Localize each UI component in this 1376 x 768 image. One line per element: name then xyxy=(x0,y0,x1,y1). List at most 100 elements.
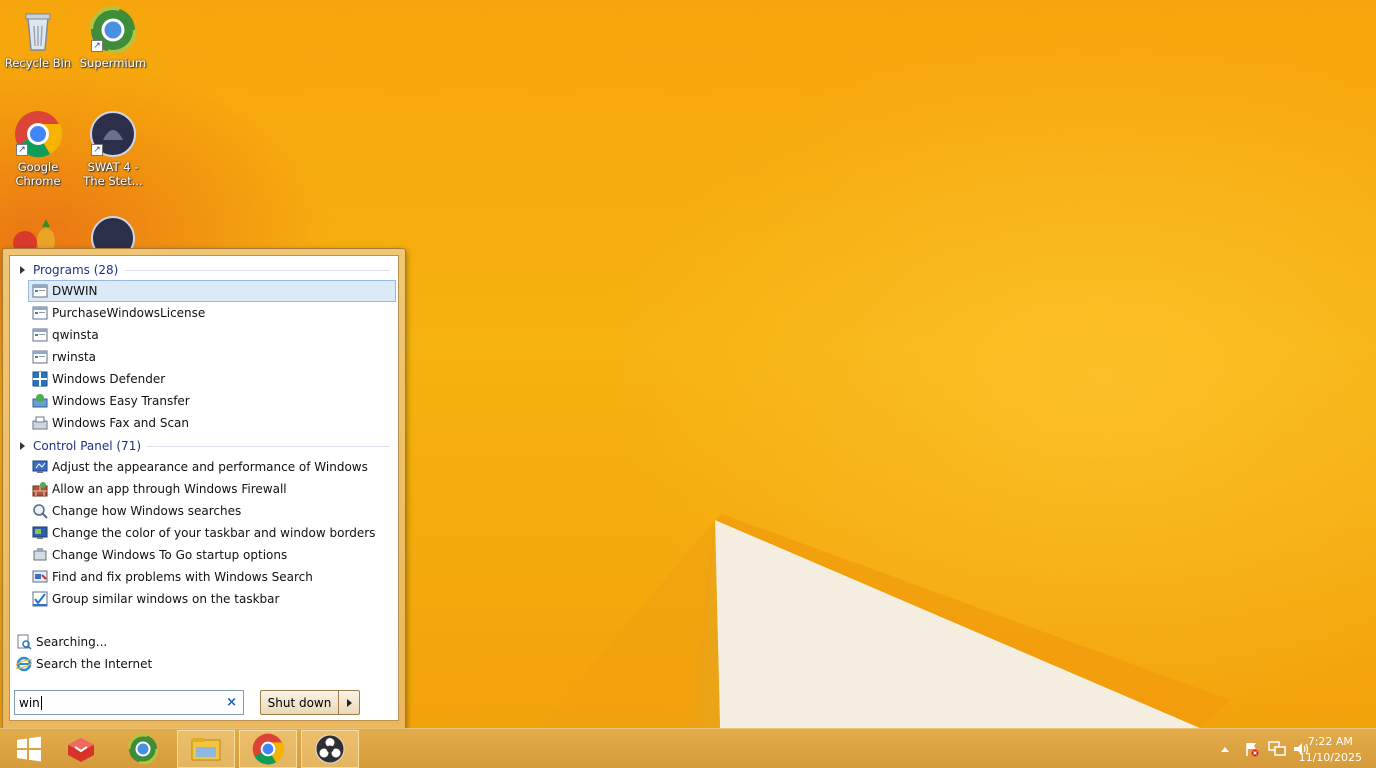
clock-time: 7:22 AM xyxy=(1307,735,1353,748)
result-label: Adjust the appearance and performance of… xyxy=(52,460,368,474)
fruit-app-icon xyxy=(13,219,55,248)
text-caret xyxy=(40,695,42,710)
taskbar-app-obs[interactable] xyxy=(301,730,359,768)
desktop-icon-label: Google Chrome xyxy=(15,160,61,188)
shutdown-label: Shut down xyxy=(267,695,332,710)
group-header-programs[interactable]: Programs (28) xyxy=(18,262,390,278)
result-label: Windows Easy Transfer xyxy=(52,394,190,408)
result-label: Find and fix problems with Windows Searc… xyxy=(52,570,313,584)
shutdown-button-group: Shut down xyxy=(260,690,360,715)
result-label: rwinsta xyxy=(52,350,96,364)
desktop-icon-label: SWAT 4 - The Stet... xyxy=(83,160,143,188)
network-icon[interactable] xyxy=(1268,741,1286,757)
desktop-icon-supermium[interactable]: ↗ Supermium xyxy=(78,6,148,70)
clear-search-icon[interactable]: × xyxy=(226,695,237,710)
troubleshoot-icon xyxy=(32,570,48,583)
result-label: DWWIN xyxy=(52,284,98,298)
group-title: Programs (28) xyxy=(33,263,119,277)
fax-scan-icon xyxy=(32,416,48,430)
result-label: Windows Fax and Scan xyxy=(52,416,190,430)
result-item[interactable]: qwinsta xyxy=(28,324,396,346)
taskbar: 7:22 AM 11/10/2025 xyxy=(0,728,1376,768)
search-settings-icon xyxy=(33,504,48,519)
search-input-value: win xyxy=(19,695,40,710)
windows-defender-icon xyxy=(32,371,48,387)
obs-icon xyxy=(315,734,345,764)
start-button[interactable] xyxy=(0,730,58,768)
desktop-icon-label: Supermium xyxy=(79,56,147,70)
result-item[interactable]: Find and fix problems with Windows Searc… xyxy=(28,566,396,588)
expand-arrow-icon xyxy=(20,266,25,274)
supermium-icon xyxy=(128,734,158,764)
searching-label: Searching... xyxy=(36,635,108,649)
windows-to-go-icon xyxy=(33,548,47,561)
result-label: PurchaseWindowsLicense xyxy=(52,306,206,320)
result-label: Windows Defender xyxy=(52,372,166,386)
result-label: Change how Windows searches xyxy=(52,504,242,518)
program-window-icon xyxy=(32,306,48,320)
result-item[interactable]: Change how Windows searches xyxy=(28,500,396,522)
system-tray: 7:22 AM 11/10/2025 xyxy=(1196,729,1376,768)
result-item[interactable]: Allow an app through Windows Firewall xyxy=(28,478,396,500)
result-item[interactable]: Change the color of your taskbar and win… xyxy=(28,522,396,544)
shutdown-button[interactable]: Shut down xyxy=(261,691,339,714)
result-item[interactable]: Windows Defender xyxy=(28,368,396,390)
shortcut-arrow-icon: ↗ xyxy=(91,40,103,52)
folder-icon xyxy=(191,738,221,761)
clock-date: 11/10/2025 xyxy=(1298,751,1362,764)
result-label: Change the color of your taskbar and win… xyxy=(52,526,376,540)
result-item[interactable]: rwinsta xyxy=(28,346,396,368)
desktop-icon-google-chrome[interactable]: ↗ Google Chrome xyxy=(3,110,73,188)
recycle-bin-icon xyxy=(14,6,62,54)
desktop-icon-recycle-bin[interactable]: Recycle Bin xyxy=(3,6,73,70)
result-item[interactable]: Windows Easy Transfer xyxy=(28,390,396,412)
taskbar-clock[interactable]: 7:22 AM 11/10/2025 xyxy=(1299,734,1362,766)
divider xyxy=(147,445,390,447)
shortcut-arrow-icon: ↗ xyxy=(16,144,28,156)
show-hidden-icons-chevron-icon[interactable] xyxy=(1220,745,1230,753)
shortcut-arrow-icon: ↗ xyxy=(91,144,103,156)
result-item[interactable]: Adjust the appearance and performance of… xyxy=(28,456,396,478)
taskbar-app-teamviewer[interactable] xyxy=(52,730,110,768)
taskbar-app-supermium[interactable] xyxy=(114,730,172,768)
divider xyxy=(124,269,390,271)
start-search-input[interactable]: win × xyxy=(14,690,244,715)
group-header-control-panel[interactable]: Control Panel (71) xyxy=(18,438,390,454)
shutdown-options-button[interactable] xyxy=(339,691,359,714)
group-title: Control Panel (71) xyxy=(33,439,142,453)
start-menu: Programs (28) DWWIN PurchaseWindowsLicen… xyxy=(2,248,406,730)
program-window-icon xyxy=(32,350,48,364)
program-window-icon xyxy=(32,284,48,298)
swat4-icon: ↗ xyxy=(89,110,137,158)
action-center-flag-icon[interactable] xyxy=(1244,741,1260,757)
desktop-icon-swat4[interactable]: ↗ SWAT 4 - The Stet... xyxy=(78,110,148,188)
result-item[interactable]: DWWIN xyxy=(28,280,396,302)
result-item[interactable]: PurchaseWindowsLicense xyxy=(28,302,396,324)
result-label: Allow an app through Windows Firewall xyxy=(52,482,287,496)
program-window-icon xyxy=(32,328,48,342)
desktop-icon-label: Recycle Bin xyxy=(4,56,72,70)
chrome-icon: ↗ xyxy=(14,110,63,158)
red-cube-app-icon xyxy=(68,738,94,762)
color-personalize-icon xyxy=(32,526,48,539)
firewall-icon xyxy=(32,482,48,497)
swat-icon xyxy=(91,216,135,248)
taskbar-app-file-explorer[interactable] xyxy=(177,730,235,768)
result-label: qwinsta xyxy=(52,328,99,342)
search-document-icon xyxy=(17,634,32,650)
search-results-pane: Programs (28) DWWIN PurchaseWindowsLicen… xyxy=(9,255,399,721)
chrome-icon xyxy=(252,733,284,765)
result-item[interactable]: Windows Fax and Scan xyxy=(28,412,396,434)
taskbar-app-chrome[interactable] xyxy=(239,730,297,768)
result-item[interactable]: Change Windows To Go startup options xyxy=(28,544,396,566)
search-internet-link[interactable]: Search the Internet xyxy=(16,654,152,674)
internet-explorer-icon xyxy=(16,656,32,672)
result-item[interactable]: Group similar windows on the taskbar xyxy=(28,588,396,610)
windows-logo-icon xyxy=(17,736,41,762)
taskbar-settings-icon xyxy=(32,591,48,607)
desktop-icon-partial-swat[interactable] xyxy=(90,215,136,248)
chevron-right-icon xyxy=(346,698,352,707)
result-label: Change Windows To Go startup options xyxy=(52,548,288,562)
desktop-icon-partial-fruit[interactable] xyxy=(10,215,60,248)
expand-arrow-icon xyxy=(20,442,25,450)
